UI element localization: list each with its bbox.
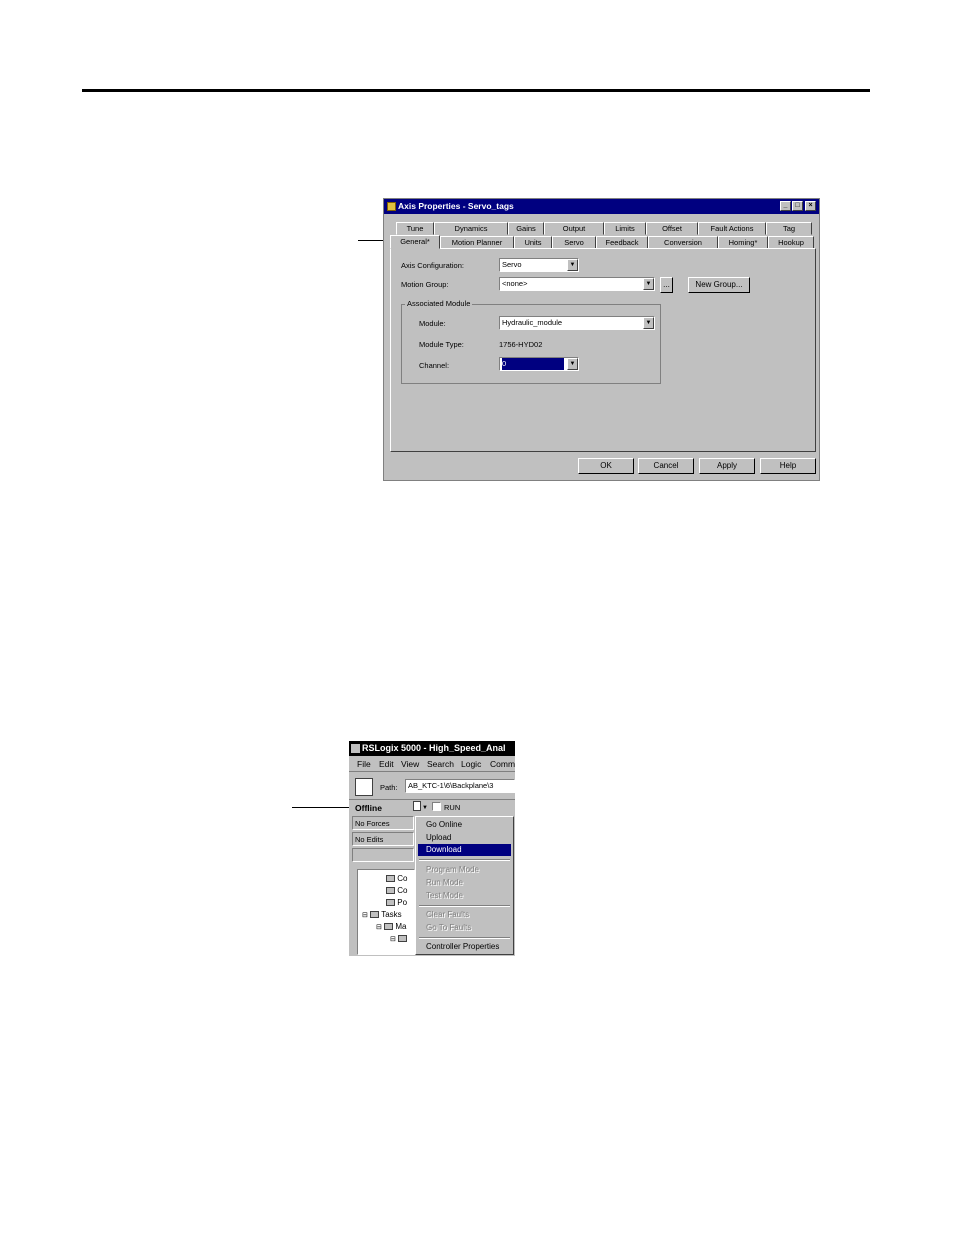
tree-item[interactable]: Co	[397, 874, 407, 883]
channel-label: Channel:	[419, 361, 450, 370]
forces-status: No Forces	[352, 816, 414, 830]
tab-gains[interactable]: Gains	[508, 222, 544, 235]
axis-configuration-value: Servo	[502, 260, 522, 269]
dialog-titlebar: Axis Properties - Servo_tags _ □ ×	[384, 199, 819, 214]
folder-icon	[386, 887, 395, 895]
collapse-icon[interactable]: ⊟	[362, 912, 368, 919]
axis-properties-dialog: Axis Properties - Servo_tags _ □ × Tune …	[383, 198, 820, 481]
controller-status-menu: Go Online Upload Download Program Mode R…	[415, 816, 514, 955]
menu-run-mode[interactable]: Run Mode	[418, 877, 511, 889]
module-type-value: 1756-HYD02	[499, 340, 543, 349]
edits-status: No Edits	[352, 832, 414, 846]
path-value: AB_KTC-1\6\Backplane\3	[408, 781, 494, 790]
plug-icon	[413, 801, 421, 811]
collapse-icon[interactable]: ⊟	[376, 924, 382, 931]
tab-output[interactable]: Output	[544, 222, 604, 235]
menu-separator	[419, 905, 510, 907]
tree-item[interactable]: Ma	[395, 922, 406, 931]
page-header-rule	[82, 89, 870, 92]
run-label: RUN	[444, 803, 461, 812]
maximize-button[interactable]: □	[792, 201, 803, 211]
toolbar-divider	[349, 799, 515, 800]
general-tab-panel: Axis Configuration: Servo ▼ Motion Group…	[390, 248, 816, 452]
rslogix-app-icon	[351, 744, 360, 753]
folder-icon	[386, 875, 395, 883]
collapse-icon[interactable]: ⊟	[390, 936, 396, 943]
tree-item[interactable]: Co	[397, 886, 407, 895]
no-edits: No Edits	[355, 835, 384, 844]
module-type-label: Module Type:	[419, 340, 464, 349]
network-icon[interactable]	[355, 778, 373, 796]
tab-tag[interactable]: Tag	[766, 222, 812, 235]
help-button[interactable]: Help	[760, 458, 816, 474]
axis-configuration-label: Axis Configuration:	[401, 261, 464, 270]
tab-fault-actions[interactable]: Fault Actions	[698, 222, 766, 235]
program-icon	[398, 935, 408, 943]
tree-item[interactable]: Po	[397, 898, 407, 907]
menu-logic[interactable]: Logic	[461, 759, 481, 769]
tab-general[interactable]: General*	[390, 235, 440, 249]
module-select[interactable]: Hydraulic_module ▼	[499, 316, 655, 330]
chevron-down-icon[interactable]: ▼	[643, 317, 654, 329]
tree-item-tasks[interactable]: Tasks	[381, 910, 401, 919]
rslogix-titlebar: RSLogix 5000 - High_Speed_Anal	[349, 741, 515, 756]
menu-comm[interactable]: Comm	[490, 759, 515, 769]
menu-upload[interactable]: Upload	[418, 832, 511, 844]
folder-icon	[370, 911, 380, 919]
menu-program-mode[interactable]: Program Mode	[418, 864, 511, 876]
tab-tune[interactable]: Tune	[396, 222, 434, 235]
rslogix-title: RSLogix 5000 - High_Speed_Anal	[362, 743, 506, 753]
cancel-button[interactable]: Cancel	[638, 458, 694, 474]
associated-module-caption: Associated Module	[405, 299, 473, 308]
new-group-button[interactable]: New Group...	[688, 277, 750, 293]
path-label: Path:	[380, 783, 398, 792]
apply-button[interactable]: Apply	[699, 458, 755, 474]
run-checkbox[interactable]	[432, 802, 441, 811]
status-dropdown-icon[interactable]: ▼	[422, 805, 428, 811]
chevron-down-icon[interactable]: ▼	[567, 358, 578, 370]
status-offline: Offline	[355, 803, 382, 813]
axis-configuration-select[interactable]: Servo ▼	[499, 258, 579, 272]
motion-group-value: <none>	[502, 279, 528, 288]
menu-edit[interactable]: Edit	[379, 759, 394, 769]
tab-limits[interactable]: Limits	[604, 222, 646, 235]
motion-group-browse-button[interactable]: ...	[660, 277, 673, 293]
menu-separator	[419, 937, 510, 939]
close-button[interactable]: ×	[805, 201, 816, 211]
menu-go-online[interactable]: Go Online	[418, 819, 511, 831]
motion-group-label: Motion Group:	[401, 280, 449, 289]
menu-test-mode[interactable]: Test Mode	[418, 890, 511, 902]
dialog-title: Axis Properties - Servo_tags	[398, 201, 514, 211]
chevron-down-icon[interactable]: ▼	[567, 259, 578, 271]
tab-offset[interactable]: Offset	[646, 222, 698, 235]
ok-button[interactable]: OK	[578, 458, 634, 474]
chevron-down-icon[interactable]: ▼	[643, 278, 654, 290]
menu-download[interactable]: Download	[418, 844, 511, 856]
folder-icon	[386, 899, 395, 907]
axis-icon	[387, 202, 396, 211]
module-value: Hydraulic_module	[502, 318, 563, 327]
motion-group-select[interactable]: <none> ▼	[499, 277, 655, 291]
task-icon	[384, 923, 394, 931]
menu-bar: File Edit View Search Logic Comm	[349, 757, 515, 772]
tab-dynamics[interactable]: Dynamics	[434, 222, 508, 235]
menu-go-to-faults[interactable]: Go To Faults	[418, 922, 511, 934]
no-forces: No Forces	[355, 819, 390, 828]
menu-separator	[419, 859, 510, 861]
channel-value: 0	[502, 358, 564, 370]
menu-search[interactable]: Search	[427, 759, 454, 769]
channel-select[interactable]: 0 ▼	[499, 357, 579, 371]
minimize-button[interactable]: _	[780, 201, 791, 211]
menu-clear-faults[interactable]: Clear Faults	[418, 909, 511, 921]
menu-view[interactable]: View	[401, 759, 419, 769]
menu-controller-properties[interactable]: Controller Properties	[418, 941, 511, 953]
module-label: Module:	[419, 319, 446, 328]
controller-organizer-tree[interactable]: Co Co Po ⊟ Tasks ⊟ Ma ⊟	[357, 869, 415, 955]
status-box	[352, 848, 414, 862]
path-field[interactable]: AB_KTC-1\6\Backplane\3	[405, 779, 515, 793]
menu-file[interactable]: File	[357, 759, 371, 769]
